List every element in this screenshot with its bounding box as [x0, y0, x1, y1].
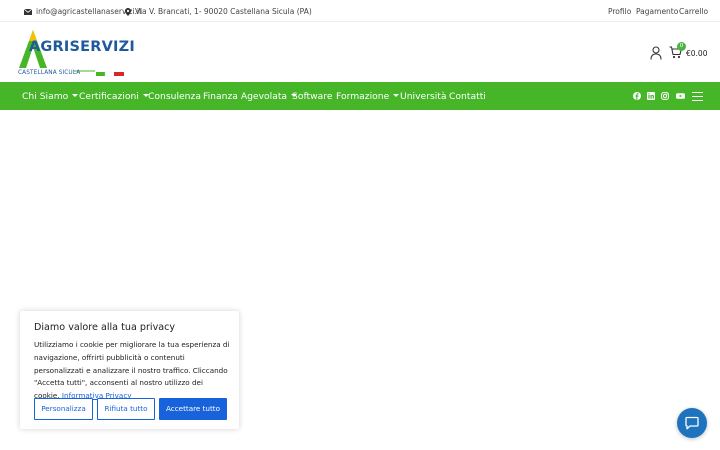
customize-button[interactable]: Personalizza [34, 398, 93, 420]
logo-subtitle: CASTELLANA SICULA [18, 70, 81, 76]
chat-launcher-button[interactable] [677, 408, 707, 438]
hamburger-menu-icon[interactable] [692, 92, 703, 101]
nav-item-label: Università [400, 91, 447, 102]
caret-down-icon [393, 94, 400, 97]
nav-item-certificazioni[interactable]: Certificazioni [79, 91, 149, 102]
top-bar: info@agricastellanaservizi.it Via V. Bra… [0, 0, 720, 22]
topbar-link-carrello[interactable]: Carrello [679, 7, 708, 16]
nav-item-label: Certificazioni [79, 91, 139, 102]
nav-item-contatti[interactable]: Contatti [449, 91, 486, 102]
cookie-consent-dialog: Diamo valore alla tua privacy Utilizziam… [20, 311, 239, 429]
linkedin-icon[interactable] [647, 92, 655, 100]
nav-item-finanza-agevolata[interactable]: Finanza Agevolata [203, 91, 298, 102]
nav-item-chi-siamo[interactable]: Chi Siamo [22, 91, 79, 102]
instagram-icon[interactable] [661, 92, 669, 100]
nav-item-label: Chi Siamo [22, 91, 69, 102]
site-logo[interactable]: AGRISERVIZI CASTELLANA SICULA [16, 27, 135, 79]
map-marker-icon [125, 7, 131, 16]
nav-item-label: Software [292, 91, 333, 102]
site-header: AGRISERVIZI CASTELLANA SICULA 0 €0.00 [0, 22, 720, 82]
nav-item-label: Contatti [449, 91, 486, 102]
cart-count-badge: 0 [677, 42, 686, 51]
cart-total[interactable]: €0.00 [686, 49, 707, 58]
nav-item-consulenza[interactable]: Consulenza [148, 91, 201, 102]
cookie-body: Utilizziamo i cookie per migliorare la t… [34, 339, 230, 403]
envelope-icon [24, 8, 32, 15]
main-navigation: Chi Siamo Certificazioni Consulenza Fina… [0, 82, 720, 110]
topbar-link-pagamento[interactable]: Pagamento [636, 7, 678, 16]
caret-down-icon [72, 94, 79, 97]
facebook-icon[interactable] [633, 92, 641, 100]
cookie-title: Diamo valore alla tua privacy [34, 322, 176, 333]
nav-item-label: Consulenza [148, 91, 201, 102]
topbar-address-text: Via V. Brancati, 1- 90020 Castellana Sic… [135, 7, 312, 16]
chat-bubble-icon [685, 416, 699, 430]
nav-item-label: Formazione [336, 91, 390, 102]
nav-item-universita[interactable]: Università [400, 91, 447, 102]
youtube-icon[interactable] [676, 92, 685, 100]
accept-all-button[interactable]: Accettare tutto [159, 398, 227, 420]
topbar-link-profilo[interactable]: Profilo [608, 7, 631, 16]
nav-item-software[interactable]: Software [292, 91, 333, 102]
topbar-address: Via V. Brancati, 1- 90020 Castellana Sic… [125, 7, 312, 16]
logo-wordmark: AGRISERVIZI [29, 39, 135, 55]
reject-all-button[interactable]: Rifiuta tutto [97, 398, 155, 420]
nav-item-label: Finanza Agevolata [203, 91, 288, 102]
nav-item-formazione[interactable]: Formazione [336, 91, 400, 102]
user-account-icon[interactable] [650, 46, 662, 60]
